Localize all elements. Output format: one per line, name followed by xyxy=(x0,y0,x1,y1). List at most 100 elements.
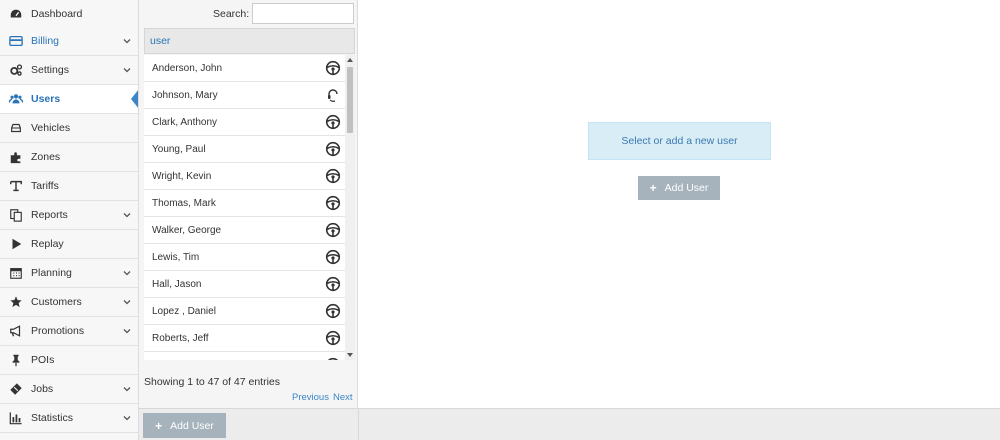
steering-wheel-icon xyxy=(325,249,341,265)
user-name: Wright, Kevin xyxy=(152,170,212,182)
table-row[interactable]: Walker, George xyxy=(144,217,345,244)
sidebar-item-users[interactable]: Users xyxy=(0,85,138,114)
chevron-down-icon xyxy=(123,213,131,218)
table-row[interactable]: Johnson, Mary xyxy=(144,82,345,109)
steering-wheel-icon xyxy=(325,303,341,319)
sidebar-item-label: POIs xyxy=(31,354,55,366)
chevron-down-icon xyxy=(123,329,131,334)
plus-icon: + xyxy=(649,181,657,195)
table-row[interactable]: Thomas, Mark xyxy=(144,190,345,217)
chevron-down-icon xyxy=(123,300,131,305)
add-user-label: Add User xyxy=(170,419,214,432)
user-name: Roberts, Jeff xyxy=(152,332,209,344)
sidebar-item-label: Settings xyxy=(31,64,69,76)
sidebar-item-pois[interactable]: POIs xyxy=(0,346,138,375)
user-name: Thomas, Mark xyxy=(152,197,216,209)
search-label: Search: xyxy=(213,8,250,20)
table-row[interactable]: Lewis, Tim xyxy=(144,244,345,271)
scroll-down-icon[interactable] xyxy=(347,353,353,357)
steering-wheel-icon xyxy=(325,276,341,292)
table-row[interactable]: Hall, Jason xyxy=(144,271,345,298)
sidebar-item-replay[interactable]: Replay xyxy=(0,230,138,259)
steering-wheel-icon xyxy=(325,330,341,346)
chevron-down-icon xyxy=(123,416,131,421)
user-name: Young, Paul xyxy=(152,143,206,155)
sidebar-item-tariffs[interactable]: Tariffs xyxy=(0,172,138,201)
sidebar-item-label: Jobs xyxy=(31,383,54,395)
sidebar-item-label: Promotions xyxy=(31,325,85,337)
pushpin-icon xyxy=(8,352,24,368)
previous-page-link[interactable]: Previous xyxy=(292,392,329,403)
sidebar-item-customers[interactable]: Customers xyxy=(0,288,138,317)
sidebar-item-zones[interactable]: Zones xyxy=(0,143,138,172)
sidebar-item-label: Tariffs xyxy=(31,180,59,192)
main-content: Select or add a new user + Add User xyxy=(359,0,1000,408)
star-icon xyxy=(8,294,24,310)
table-row[interactable]: Clark, Anthony xyxy=(144,109,345,136)
steering-wheel-icon xyxy=(325,60,341,76)
scrollbar-thumb[interactable] xyxy=(347,67,353,133)
add-user-label: Add User xyxy=(664,182,709,194)
table-row[interactable]: Roberts, Jeff xyxy=(144,325,345,352)
plus-icon: + xyxy=(155,418,163,433)
car-icon xyxy=(8,120,24,136)
sidebar: Dashboard Billing Settings Users Vehicle… xyxy=(0,0,139,440)
calendar-icon xyxy=(8,265,24,281)
steering-wheel-icon xyxy=(325,168,341,184)
chevron-down-icon xyxy=(123,271,131,276)
user-name: Hall, Jason xyxy=(152,278,202,290)
table-row[interactable]: Lopez , Daniel xyxy=(144,298,345,325)
table-row[interactable]: Anderson, John xyxy=(144,55,345,82)
cogs-icon xyxy=(8,62,24,78)
active-indicator xyxy=(131,89,138,109)
text-icon xyxy=(8,178,24,194)
puzzle-icon xyxy=(8,149,24,165)
bottom-toolbar: + Add User xyxy=(139,408,1000,440)
ticket-icon xyxy=(8,381,24,397)
steering-wheel-icon xyxy=(325,114,341,130)
copy-icon xyxy=(8,207,24,223)
sidebar-item-label: Replay xyxy=(31,238,64,250)
sidebar-item-reports[interactable]: Reports xyxy=(0,201,138,230)
user-name: Walker, George xyxy=(152,224,222,236)
scroll-up-icon[interactable] xyxy=(347,58,353,62)
bar-chart-icon xyxy=(8,410,24,426)
sidebar-item-statistics[interactable]: Statistics xyxy=(0,404,138,433)
sidebar-item-label: Vehicles xyxy=(31,122,71,134)
list-scrollbar[interactable] xyxy=(345,55,355,360)
play-icon xyxy=(8,236,24,252)
column-header-user[interactable]: user xyxy=(144,28,355,54)
sidebar-item-billing[interactable]: Billing xyxy=(0,27,138,56)
table-row[interactable]: Wright, Kevin xyxy=(144,163,345,190)
headset-icon xyxy=(328,89,338,102)
sidebar-item-planning[interactable]: Planning xyxy=(0,259,138,288)
chevron-down-icon xyxy=(123,68,131,73)
sidebar-item-label: Statistics xyxy=(31,412,74,424)
add-user-button[interactable]: + Add User xyxy=(638,176,720,200)
search-input[interactable] xyxy=(252,3,354,24)
user-name: Johnson, Mary xyxy=(152,89,218,101)
user-name: Clark, Anthony xyxy=(152,116,218,128)
table-row[interactable] xyxy=(144,352,345,360)
user-name: Lopez , Daniel xyxy=(152,305,216,317)
sidebar-item-label: Zones xyxy=(31,151,61,163)
next-page-link[interactable]: Next xyxy=(333,392,353,403)
user-name: Anderson, John xyxy=(152,62,223,74)
steering-wheel-icon xyxy=(325,141,341,157)
user-table: Anderson, John Johnson, Mary Clark, Anth… xyxy=(144,55,345,360)
column-header-label: user xyxy=(150,35,171,47)
sidebar-item-label: Users xyxy=(31,93,61,105)
steering-wheel-icon xyxy=(325,222,341,238)
users-icon xyxy=(8,91,24,107)
table-row[interactable]: Young, Paul xyxy=(144,136,345,163)
sidebar-item-vehicles[interactable]: Vehicles xyxy=(0,114,138,143)
sidebar-item-settings[interactable]: Settings xyxy=(0,56,138,85)
steering-wheel-icon xyxy=(325,195,341,211)
add-user-button[interactable]: + Add User xyxy=(143,413,226,438)
sidebar-item-promotions[interactable]: Promotions xyxy=(0,317,138,346)
empty-state-notice: Select or add a new user xyxy=(588,122,771,160)
sidebar-item-jobs[interactable]: Jobs xyxy=(0,375,138,404)
sidebar-item-label: Reports xyxy=(31,209,68,221)
toolbar-divider xyxy=(358,409,359,440)
sidebar-item-dashboard[interactable]: Dashboard xyxy=(0,0,138,29)
